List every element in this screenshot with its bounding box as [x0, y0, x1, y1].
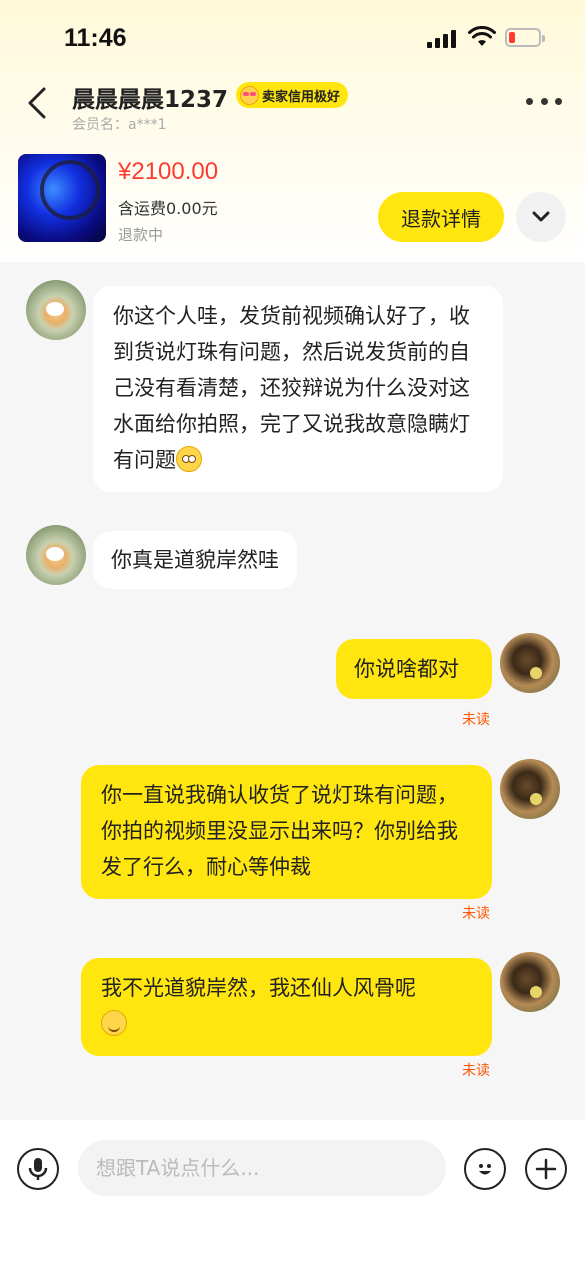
flushed-face-emoji-icon [176, 446, 202, 472]
wifi-icon [468, 26, 496, 46]
my-avatar[interactable] [500, 633, 560, 693]
message-bubble-incoming[interactable]: 你真是道貌岸然哇 [93, 531, 297, 589]
unread-status: 未读 [462, 712, 490, 728]
unread-status: 未读 [462, 1063, 490, 1079]
message-text: 你说啥都对 [354, 657, 459, 681]
voice-button[interactable] [17, 1148, 59, 1190]
microphone-icon [28, 1158, 48, 1180]
refund-status: 退款中 [118, 226, 164, 244]
seller-name[interactable]: 晨晨晨晨1237 [72, 80, 228, 114]
shipping-info: 含运费0.00元 [118, 199, 218, 218]
member-name: 会员名：a***1 [72, 117, 167, 133]
message-text: 你这个人哇，发货前视频确认好了，收到货说灯珠有问题，然后说发货前的自己没有看清楚… [113, 304, 470, 472]
dot-icon [540, 97, 548, 105]
dot-icon [555, 97, 562, 105]
my-avatar[interactable] [500, 952, 560, 1012]
chevron-down-icon [532, 211, 550, 222]
emoji-face-icon [479, 1164, 491, 1175]
status-bar: 11:46 [0, 0, 585, 78]
emoji-button[interactable] [464, 1148, 506, 1190]
dot-icon [526, 97, 533, 105]
message-bubble-outgoing[interactable]: 你一直说我确认收货了说灯珠有问题，你拍的视频里没显示出来吗？你别给我发了行么，耐… [81, 765, 492, 899]
my-avatar[interactable] [500, 759, 560, 819]
product-price: ¥2100.00 [118, 158, 219, 185]
cellular-signal-icon [427, 30, 459, 48]
seller-avatar[interactable] [26, 280, 86, 340]
unread-status: 未读 [462, 906, 490, 922]
expand-button[interactable] [516, 192, 566, 242]
status-time: 11:46 [64, 24, 127, 52]
smiling-face-emoji-icon [101, 1010, 127, 1036]
message-input[interactable] [78, 1140, 446, 1196]
battery-icon [505, 28, 545, 47]
seller-avatar[interactable] [26, 525, 86, 585]
product-thumbnail[interactable] [18, 154, 106, 242]
back-button[interactable] [22, 86, 56, 120]
message-bubble-incoming[interactable]: 你这个人哇，发货前视频确认好了，收到货说灯珠有问题，然后说发货前的自己没有看清楚… [93, 286, 503, 492]
message-text: 我不光道貌岸然，我还仙人风骨呢 [101, 976, 416, 1000]
credit-badge-label: 卖家信用极好 [262, 89, 341, 105]
message-text: 你一直说我确认收货了说灯珠有问题，你拍的视频里没显示出来吗？你别给我发了行么，耐… [101, 783, 458, 879]
plus-icon [535, 1158, 557, 1180]
refund-details-button[interactable]: 退款详情 [378, 192, 504, 242]
message-text: 你真是道貌岸然哇 [111, 548, 279, 572]
credit-badge[interactable]: 卖家信用极好 [236, 82, 349, 108]
sunglasses-face-icon [240, 85, 259, 105]
add-button[interactable] [525, 1148, 567, 1190]
more-options-button[interactable] [526, 92, 562, 110]
message-bubble-outgoing[interactable]: 我不光道貌岸然，我还仙人风骨呢 [81, 958, 492, 1056]
message-bubble-outgoing[interactable]: 你说啥都对 [336, 639, 492, 699]
